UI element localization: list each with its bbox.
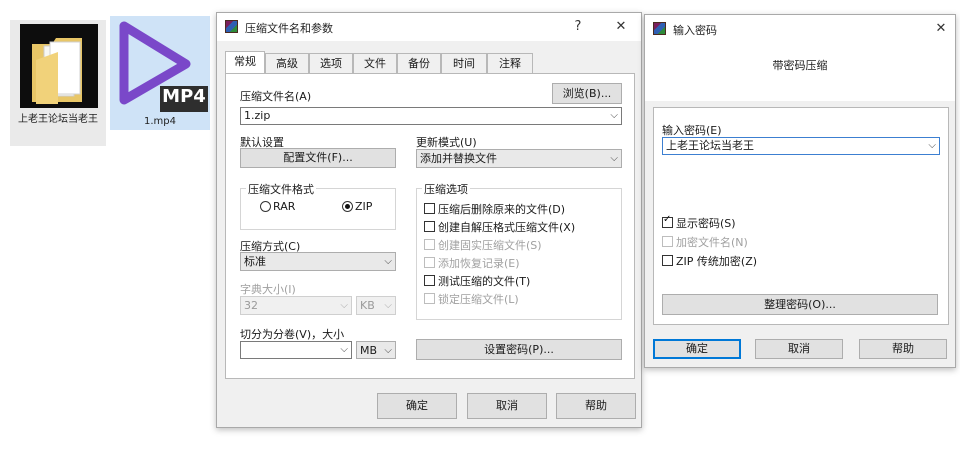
browse-button[interactable]: 浏览(B)... (552, 83, 622, 104)
solid-checkbox[interactable] (424, 239, 435, 250)
desktop-icon-folder[interactable]: 上老王论坛当老王 (10, 20, 106, 146)
mp4-badge: MP4 (162, 86, 206, 107)
chevron-down-icon: ⌵ (340, 300, 348, 311)
update-mode-select[interactable]: 添加并替换文件 ⌵ (416, 149, 622, 168)
lock-label[interactable]: 锁定压缩文件(L) (438, 291, 519, 307)
chevron-down-icon[interactable]: ⌵ (610, 108, 618, 124)
archive-cancel-button[interactable]: 取消 (467, 393, 547, 419)
test-checkbox[interactable] (424, 275, 435, 286)
lock-checkbox[interactable] (424, 293, 435, 304)
recovery-label[interactable]: 添加恢复记录(E) (438, 255, 520, 271)
help-question-icon[interactable]: ? (569, 18, 587, 36)
format-group-title: 压缩文件格式 (246, 181, 316, 197)
password-heading: 带密码压缩 (772, 59, 828, 72)
dict-value: 32 (244, 299, 258, 312)
general-tab-panel: 压缩文件名(A) 浏览(B)... 1.zip ⌵ 默认设置 配置文件(F)..… (225, 73, 635, 379)
tab-backup[interactable]: 备份 (397, 53, 441, 73)
archive-dialog-title: 压缩文件名和参数 (245, 22, 333, 35)
solid-label[interactable]: 创建固实压缩文件(S) (438, 237, 542, 253)
format-rar-radio[interactable] (260, 201, 271, 212)
chevron-down-icon: ⌵ (384, 345, 392, 356)
options-group-title: 压缩选项 (422, 181, 470, 197)
password-dialog-titlebar: 输入密码 ✕ (645, 15, 955, 43)
folder-icon-label: 上老王论坛当老王 (18, 114, 98, 125)
chevron-down-icon: ⌵ (384, 300, 392, 311)
tab-files[interactable]: 文件 (353, 53, 397, 73)
tab-options[interactable]: 选项 (309, 53, 353, 73)
winrar-app-icon (653, 22, 666, 35)
split-size-input[interactable]: ⌵ (240, 341, 352, 359)
encrypt-names-checkbox[interactable] (662, 236, 673, 247)
archive-name-label: 压缩文件名(A) (240, 90, 312, 103)
method-value: 标准 (244, 255, 266, 268)
zip-legacy-checkbox[interactable] (662, 255, 673, 266)
dict-label: 字典大小(I) (240, 283, 296, 296)
archive-help-button[interactable]: 帮助 (556, 393, 636, 419)
chevron-down-icon[interactable]: ⌵ (340, 342, 348, 358)
format-zip-radio[interactable] (342, 201, 353, 212)
test-label[interactable]: 测试压缩的文件(T) (438, 273, 530, 289)
delete-after-checkbox[interactable] (424, 203, 435, 214)
password-dialog: 输入密码 ✕ 带密码压缩 输入密码(E) 上老王论坛当老王 ⌵ 显示密码(S) … (644, 14, 956, 368)
password-input[interactable]: 上老王论坛当老王 ⌵ (662, 137, 940, 155)
winrar-app-icon (225, 20, 238, 33)
close-icon[interactable]: ✕ (932, 20, 950, 38)
mp4-icon-label: 1.mp4 (144, 116, 176, 127)
format-rar-label[interactable]: RAR (273, 200, 295, 213)
tab-advanced[interactable]: 高级 (265, 53, 309, 73)
show-password-label[interactable]: 显示密码(S) (676, 215, 736, 231)
update-mode-label: 更新模式(U) (416, 136, 477, 149)
password-cancel-button[interactable]: 取消 (755, 339, 843, 359)
dict-unit-select[interactable]: KB ⌵ (356, 296, 396, 315)
archive-tabs: 常规 高级 选项 文件 备份 时间 注释 (225, 51, 635, 73)
chevron-down-icon: ⌵ (384, 256, 392, 267)
show-password-checkbox[interactable] (662, 214, 673, 228)
archive-ok-button[interactable]: 确定 (377, 393, 457, 419)
archive-dialog-titlebar: 压缩文件名和参数 ? ✕ (217, 13, 641, 41)
archive-name-value: 1.zip (244, 109, 271, 122)
split-label: 切分为分卷(V)，大小 (240, 328, 345, 341)
tab-time[interactable]: 时间 (441, 53, 487, 73)
folder-icon (20, 24, 98, 108)
delete-after-label[interactable]: 压缩后删除原来的文件(D) (438, 201, 565, 217)
update-mode-value: 添加并替换文件 (420, 152, 497, 165)
split-unit-value: MB (360, 344, 378, 357)
recovery-checkbox[interactable] (424, 257, 435, 268)
sfx-checkbox[interactable] (424, 221, 435, 232)
format-zip-label[interactable]: ZIP (355, 200, 372, 213)
archive-dialog: 压缩文件名和参数 ? ✕ 常规 高级 选项 文件 备份 时间 注释 压缩文件名(… (216, 12, 642, 428)
tab-general[interactable]: 常规 (225, 51, 265, 73)
set-password-button[interactable]: 设置密码(P)... (416, 339, 622, 360)
close-icon[interactable]: ✕ (612, 18, 630, 36)
password-panel: 输入密码(E) 上老王论坛当老王 ⌵ 显示密码(S) 加密文件名(N) ZIP … (653, 107, 949, 325)
password-help-button[interactable]: 帮助 (859, 339, 947, 359)
password-header-area: 带密码压缩 (645, 43, 955, 101)
sfx-label[interactable]: 创建自解压格式压缩文件(X) (438, 219, 575, 235)
method-select[interactable]: 标准 ⌵ (240, 252, 396, 271)
dict-select[interactable]: 32 ⌵ (240, 296, 352, 315)
tab-comment[interactable]: 注释 (487, 53, 533, 73)
archive-name-input[interactable]: 1.zip ⌵ (240, 107, 622, 125)
encrypt-names-label[interactable]: 加密文件名(N) (676, 234, 748, 250)
split-unit-select[interactable]: MB ⌵ (356, 341, 396, 359)
dict-unit-value: KB (360, 299, 375, 312)
chevron-down-icon[interactable]: ⌵ (928, 138, 936, 154)
organize-passwords-button[interactable]: 整理密码(O)... (662, 294, 938, 315)
profiles-button[interactable]: 配置文件(F)... (240, 148, 396, 168)
chevron-down-icon: ⌵ (610, 153, 618, 164)
desktop-icon-mp4[interactable]: MP4 1.mp4 (110, 16, 210, 130)
zip-legacy-label[interactable]: ZIP 传统加密(Z) (676, 253, 757, 269)
password-dialog-title: 输入密码 (673, 24, 717, 37)
password-value: 上老王论坛当老王 (666, 139, 754, 152)
password-label: 输入密码(E) (662, 124, 722, 137)
password-ok-button[interactable]: 确定 (653, 339, 741, 359)
